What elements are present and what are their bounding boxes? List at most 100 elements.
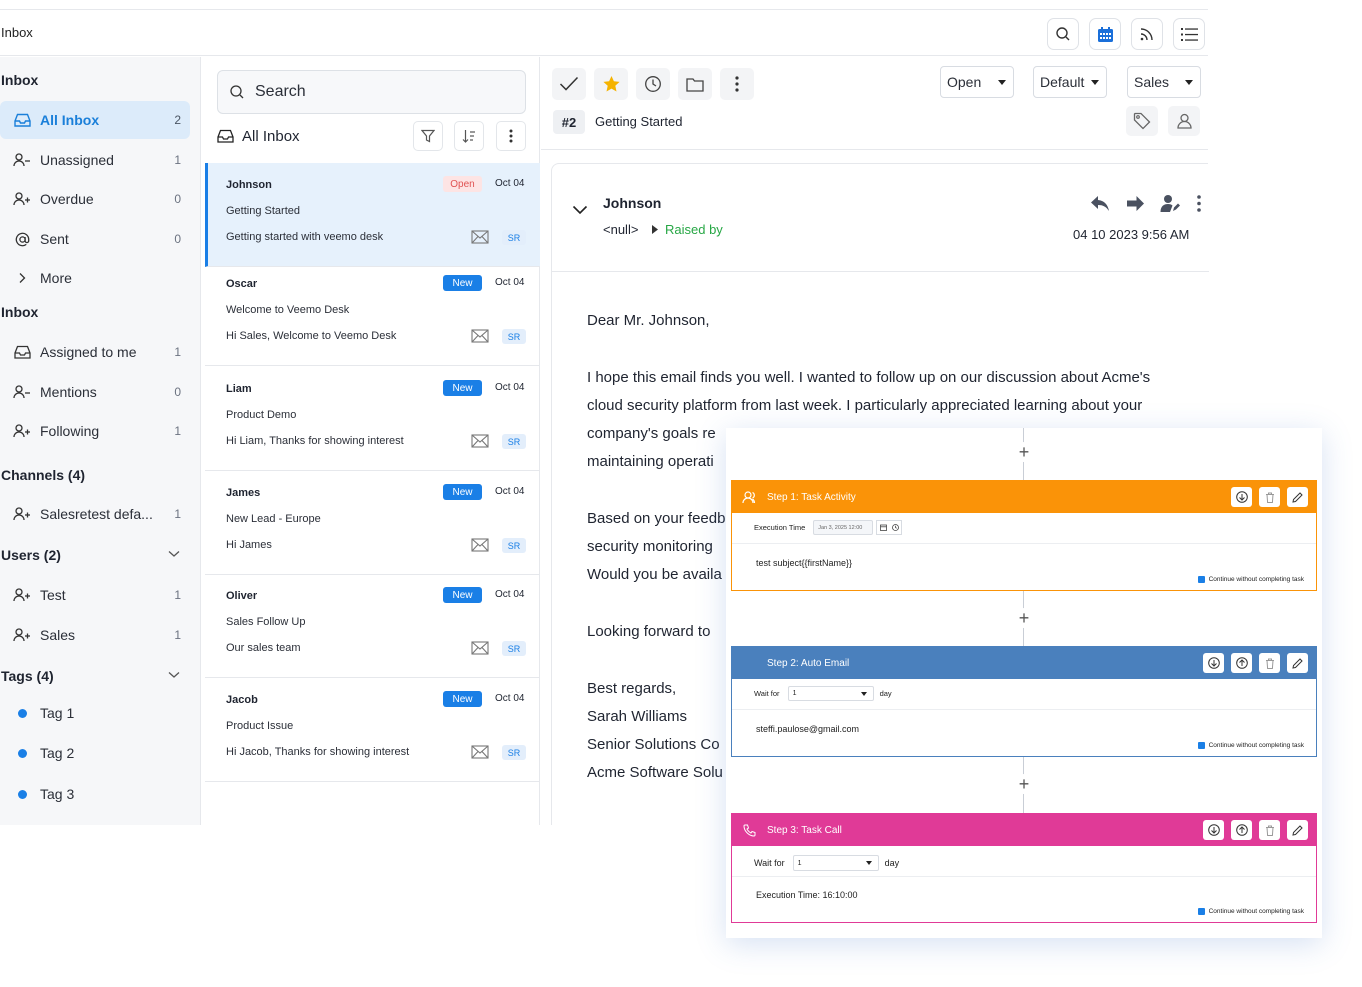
conversation-row[interactable]: Jacob New Oct 04 Product Issue Hi Jacob, Tha… (205, 678, 540, 782)
tag-dot-icon (17, 708, 27, 718)
move-up-button[interactable] (1231, 820, 1252, 840)
sort-button[interactable] (454, 121, 484, 151)
resolve-button[interactable] (552, 68, 586, 100)
filter-button[interactable] (413, 121, 443, 151)
assign-agent-icon[interactable] (1160, 194, 1180, 213)
user-minus-icon (11, 385, 33, 399)
checkbox-icon (1197, 576, 1205, 583)
user-plus-icon (11, 628, 33, 642)
sidebar-item-label: Mentions (40, 384, 97, 400)
continue-checkbox[interactable]: Continue without completing task (1197, 742, 1304, 749)
trash-icon (1265, 658, 1275, 669)
search-button[interactable] (1047, 18, 1079, 50)
sidebar-item-user-test[interactable]: Test 1 (0, 576, 190, 614)
divider (732, 876, 1316, 877)
divider (732, 543, 1316, 544)
step-row: Execution Time Jan 3, 2025 12:00 (754, 520, 903, 535)
more-vertical-icon (735, 76, 739, 92)
star-button[interactable] (594, 68, 628, 100)
delete-step-button[interactable] (1259, 653, 1280, 673)
team-select[interactable]: Sales (1127, 66, 1201, 98)
more-options-button[interactable] (496, 121, 526, 151)
wait-for-select[interactable]: 1 (792, 855, 879, 871)
sidebar-item-all-inbox[interactable]: All Inbox 2 (0, 101, 190, 139)
delete-step-button[interactable] (1259, 820, 1280, 840)
chevron-down-icon[interactable] (168, 671, 180, 679)
contact-name: James (226, 487, 261, 499)
sidebar-item-assigned-to-me[interactable]: Assigned to me 1 (0, 333, 190, 371)
move-down-button[interactable] (1231, 487, 1252, 507)
calendar-button[interactable] (1089, 18, 1121, 50)
sidebar-item-unassigned[interactable]: Unassigned 1 (0, 141, 190, 179)
feed-button[interactable] (1131, 18, 1163, 50)
sidebar-item-tag-2[interactable]: Tag 2 (0, 734, 190, 772)
conversation-row[interactable]: Johnson Open Oct 04 Getting Started Getting … (205, 163, 540, 267)
sidebar-item-count: 1 (174, 424, 181, 438)
chevron-down-icon[interactable] (168, 550, 180, 558)
row-label: Execution Time (754, 523, 806, 532)
status-select-value: Open (947, 74, 982, 90)
row-unit: day (884, 858, 900, 868)
delete-step-button[interactable] (1259, 487, 1280, 507)
add-step-button[interactable]: + (1014, 442, 1034, 462)
sidebar-item-following[interactable]: Following 1 (0, 412, 190, 450)
conversation-subject: Getting Started (226, 205, 300, 217)
conversation-date: Oct 04 (495, 486, 525, 497)
date-time-picker[interactable] (876, 520, 903, 535)
add-step-button[interactable]: + (1014, 608, 1034, 628)
sidebar-item-tag-1[interactable]: Tag 1 (0, 694, 190, 732)
search-box[interactable]: Search (217, 70, 526, 114)
sidebar-item-overdue[interactable]: Overdue 0 (0, 180, 190, 218)
add-step-button[interactable]: + (1014, 774, 1034, 794)
edit-step-button[interactable] (1287, 820, 1308, 840)
contact-name: Johnson (226, 179, 272, 191)
sidebar-item-channel[interactable]: Salesretest defa... 1 (0, 495, 190, 533)
user-plus-icon (11, 192, 33, 206)
more-vertical-icon[interactable] (1197, 195, 1201, 212)
forward-icon[interactable] (1126, 195, 1145, 212)
search-input[interactable]: Search (255, 83, 306, 101)
inbox-icon (217, 129, 234, 143)
team-select-value: Sales (1134, 74, 1170, 90)
checkbox-label: Continue without completing task (1208, 576, 1304, 583)
conversation-subject: Product Issue (226, 720, 294, 732)
continue-checkbox[interactable]: Continue without completing task (1197, 576, 1304, 583)
reply-icon[interactable] (1090, 195, 1110, 212)
sidebar-item-mentions[interactable]: Mentions 0 (0, 373, 190, 411)
list-view-button[interactable] (1173, 18, 1205, 50)
conversation-row[interactable]: Oliver New Oct 04 Sales Follow Up Our sales … (205, 574, 540, 678)
conversation-row[interactable]: Liam New Oct 04 Product Demo Hi Liam, Thanks… (205, 367, 540, 471)
sort-icon (462, 129, 476, 143)
body-line: Best regards, (587, 680, 677, 697)
move-up-button[interactable] (1231, 653, 1252, 673)
conversation-row[interactable]: James New Oct 04 New Lead - Europe Hi James S… (205, 471, 540, 575)
trash-icon (1265, 492, 1275, 503)
body-line: Looking forward to (587, 623, 711, 640)
list-heading: All Inbox (242, 127, 300, 145)
sidebar-item-sent[interactable]: Sent 0 (0, 220, 190, 258)
sidebar-item-user-sales[interactable]: Sales 1 (0, 616, 190, 654)
priority-select-value: Default (1040, 74, 1085, 90)
edit-step-button[interactable] (1287, 653, 1308, 673)
conversation-row[interactable]: Oscar New Oct 04 Welcome to Veemo Desk Hi Sa… (205, 262, 540, 366)
edit-step-button[interactable] (1287, 487, 1308, 507)
continue-checkbox[interactable]: Continue without completing task (1197, 908, 1304, 915)
sidebar: Inbox All Inbox 2 Unassigned 1 Overdue 0… (0, 57, 201, 825)
status-select[interactable]: Open (940, 66, 1014, 98)
priority-select[interactable]: Default (1033, 66, 1107, 98)
body-line: Sarah Williams (587, 708, 688, 725)
tag-button[interactable] (1126, 106, 1158, 136)
move-down-button[interactable] (1203, 820, 1224, 840)
sidebar-item-more[interactable]: More (0, 259, 190, 297)
snooze-button[interactable] (636, 68, 670, 100)
assign-user-button[interactable] (1168, 106, 1200, 136)
tag-dot-wrap (11, 789, 33, 799)
sidebar-item-tag-3[interactable]: Tag 3 (0, 775, 190, 813)
move-folder-button[interactable] (678, 68, 712, 100)
execution-time-input[interactable]: Jan 3, 2025 12:00 (813, 520, 874, 535)
wait-for-select[interactable]: 1 (787, 686, 874, 701)
user-plus-icon (11, 424, 33, 438)
move-down-button[interactable] (1203, 653, 1224, 673)
more-actions-button[interactable] (720, 68, 754, 100)
chevron-down-icon[interactable] (572, 205, 588, 215)
